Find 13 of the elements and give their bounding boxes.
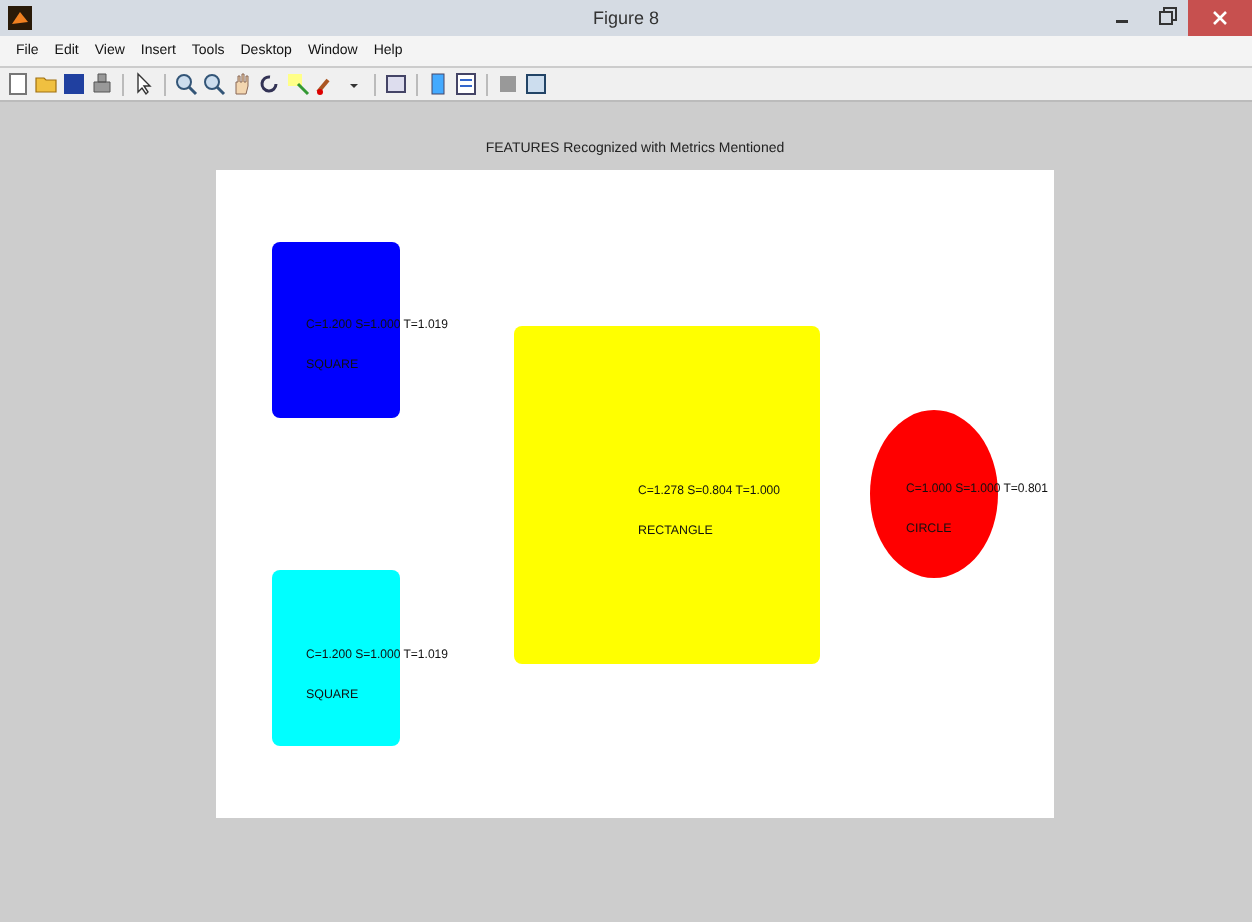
window-title: Figure 8 (590, 8, 662, 28)
pointer-icon[interactable] (132, 72, 156, 96)
rotate-icon[interactable] (258, 72, 282, 96)
close-button[interactable] (1188, 0, 1252, 36)
print-icon[interactable] (90, 72, 114, 96)
app-icon (8, 6, 32, 30)
zoom-out-icon[interactable] (202, 72, 226, 96)
colorbar-icon[interactable] (426, 72, 450, 96)
window-icon[interactable] (524, 72, 548, 96)
legend-icon[interactable] (454, 72, 478, 96)
save-icon[interactable] (62, 72, 86, 96)
new-file-icon[interactable] (6, 72, 30, 96)
zoom-in-icon[interactable] (174, 72, 198, 96)
